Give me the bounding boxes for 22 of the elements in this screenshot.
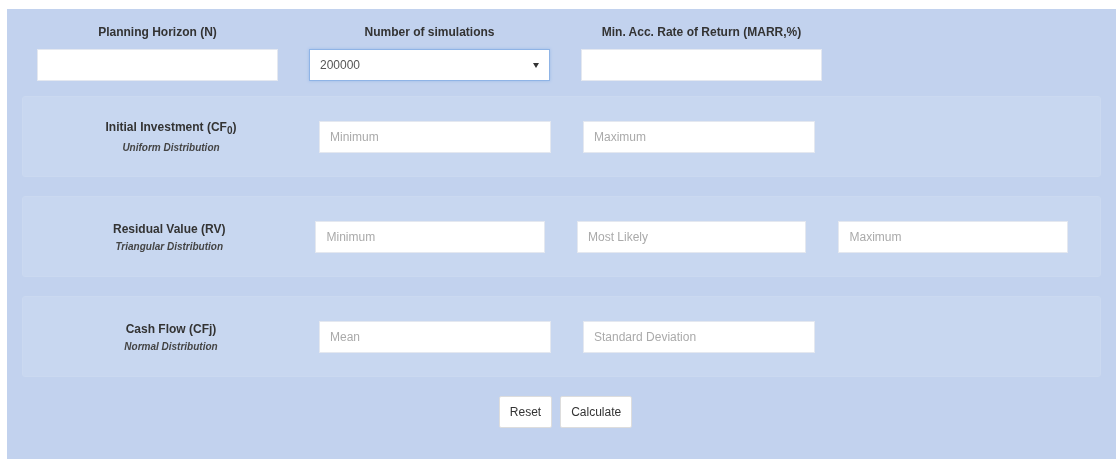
input-field[interactable]: Standard Deviation <box>583 320 815 353</box>
select-field[interactable]: 200000 <box>309 49 550 81</box>
input-field[interactable]: Most Likely <box>577 220 807 253</box>
input-field[interactable]: Mean <box>319 320 551 353</box>
distribution-label: Normal Distribution <box>124 340 218 352</box>
input-field[interactable] <box>37 49 278 81</box>
section-title: Residual Value (RV) <box>113 221 226 236</box>
distribution-label: Triangular Distribution <box>115 240 224 252</box>
section-title: Initial Investment (CF$_{0}$) <box>105 120 237 137</box>
field-label: Min. Acc. Rate of Return (MARR,%) <box>601 25 802 39</box>
input-field[interactable]: Minimum <box>319 120 551 153</box>
distribution-label: Uniform Distribution <box>122 141 220 153</box>
input-field[interactable] <box>581 49 822 81</box>
field-label: Planning Horizon (N) <box>98 25 217 39</box>
action-button[interactable]: Calculate <box>560 396 633 428</box>
caret-icon <box>533 62 539 68</box>
input-field[interactable]: Maximum <box>838 220 1068 253</box>
action-button[interactable]: Reset <box>498 396 553 428</box>
input-field[interactable]: Minimum <box>315 220 545 253</box>
field-label: Number of simulations <box>364 25 495 39</box>
input-field[interactable]: Maximum <box>583 120 815 153</box>
section-title: Cash Flow (CFj) <box>125 321 217 336</box>
